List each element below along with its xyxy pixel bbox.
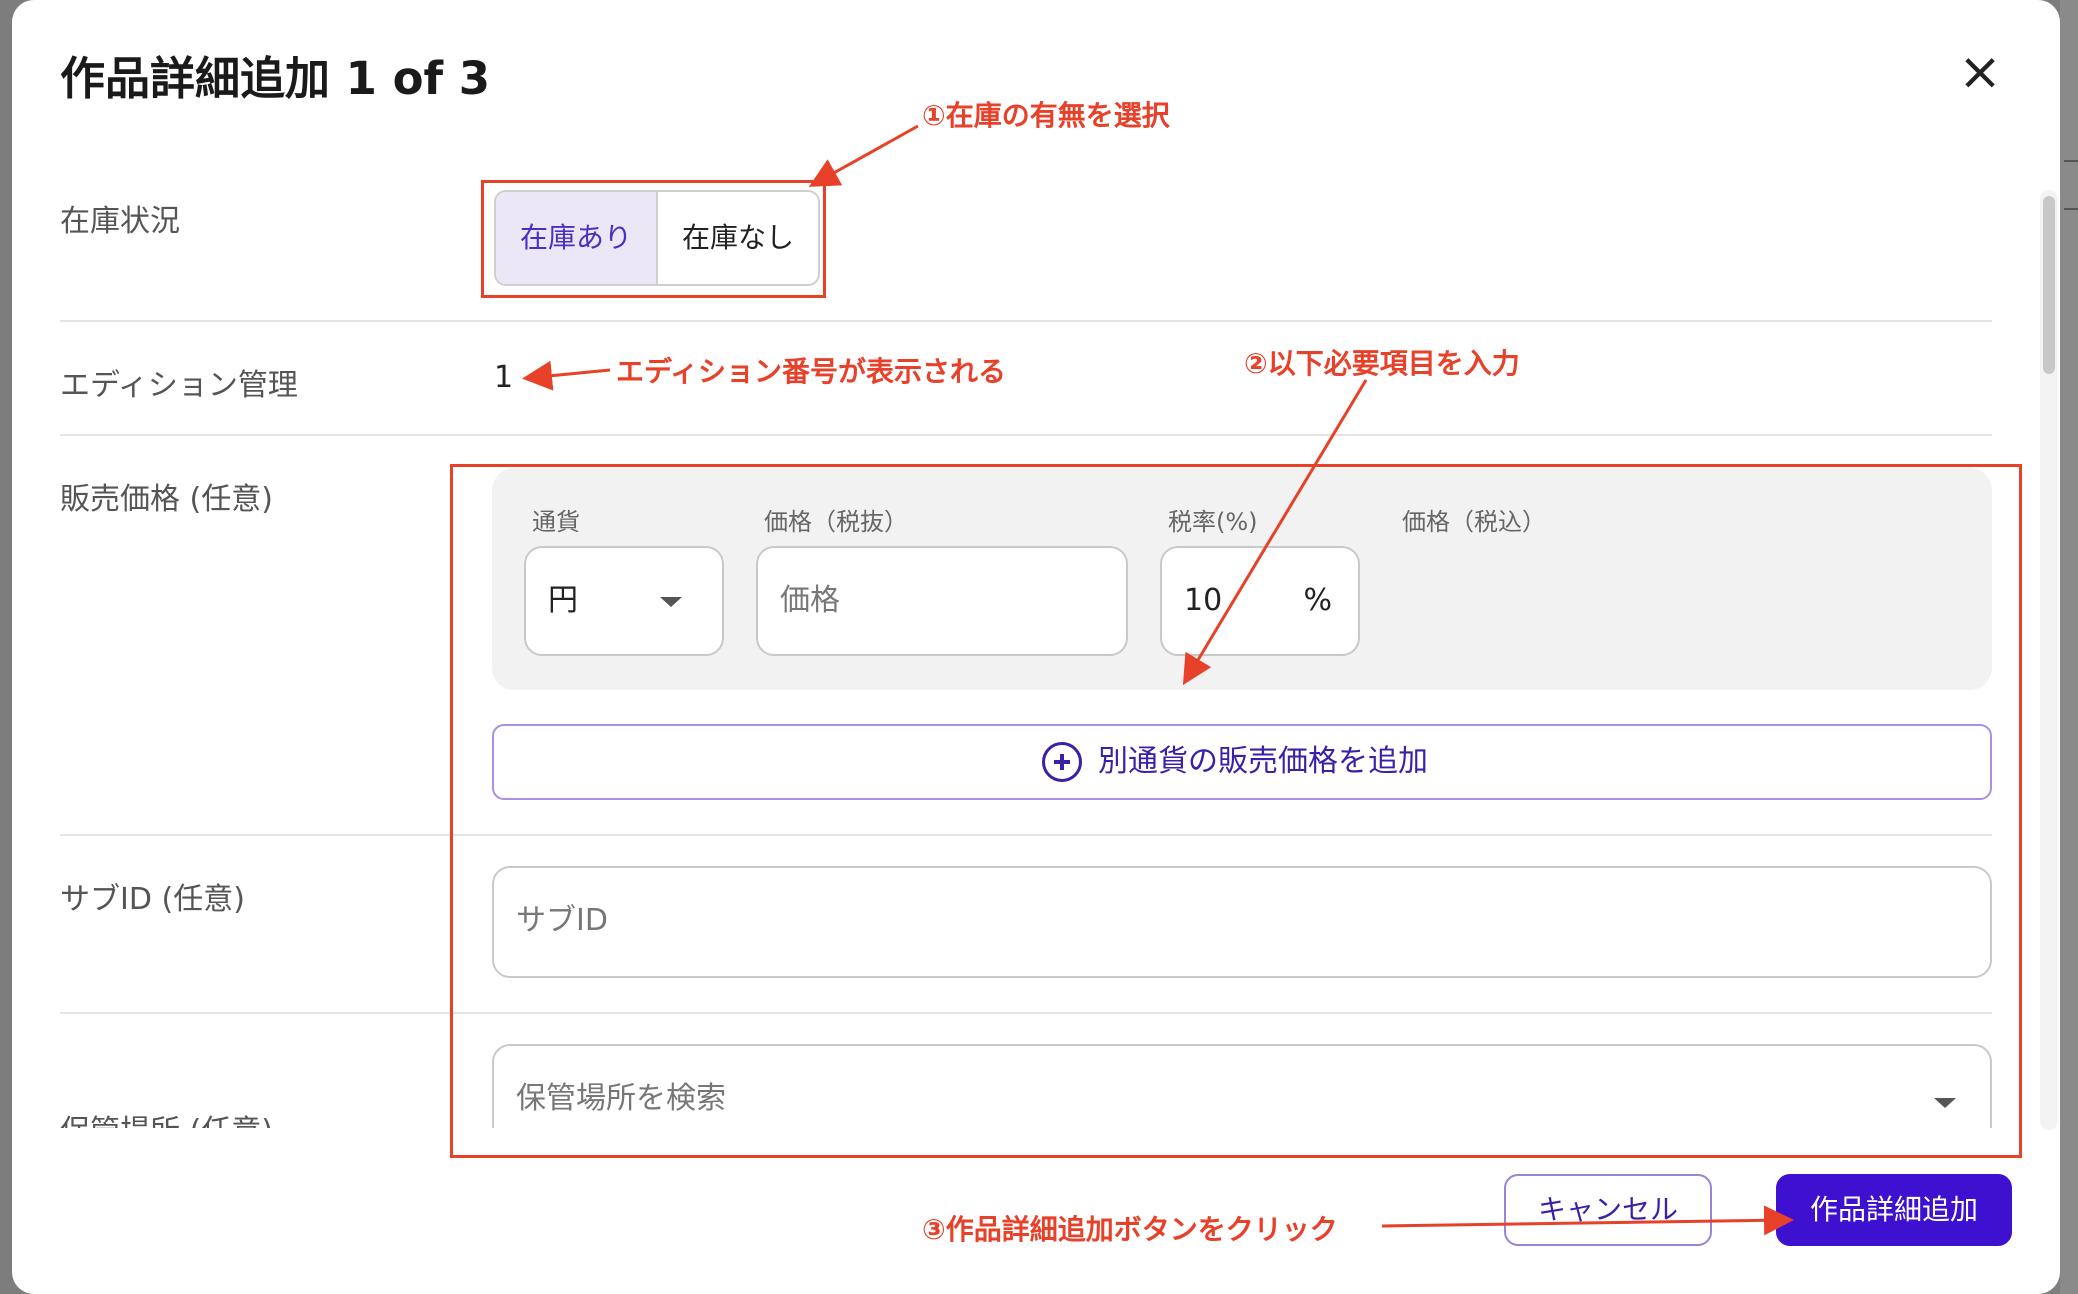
arrow-step3 [1381, 1205, 1794, 1236]
arrow-step1 [808, 124, 919, 187]
annotation-arrows [522, 124, 1794, 1236]
arrow-edition [522, 360, 611, 391]
arrow-step2 [1182, 379, 1368, 686]
